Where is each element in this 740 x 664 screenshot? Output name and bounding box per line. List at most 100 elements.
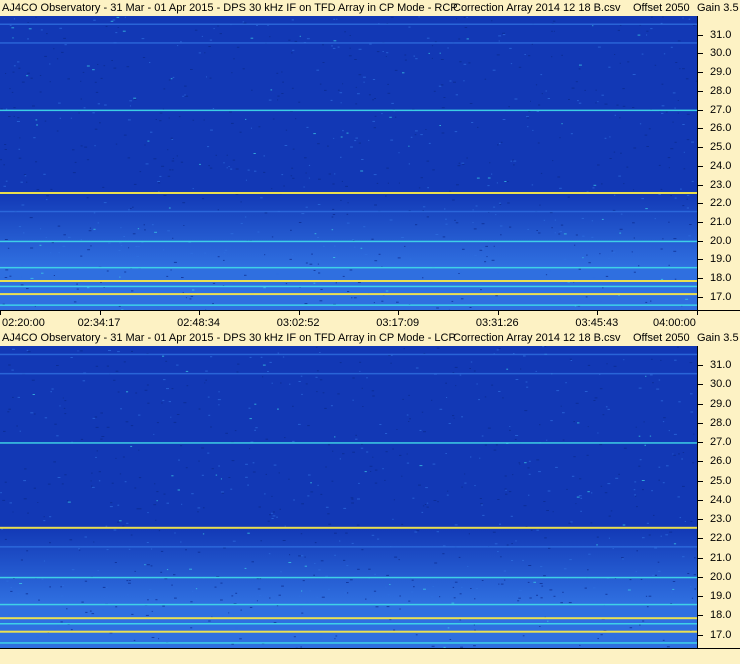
noise-speckle: [190, 627, 193, 629]
gain-label: Gain 3.5: [697, 332, 739, 344]
noise-speckle: [504, 181, 507, 182]
noise-speckle: [292, 440, 295, 442]
noise-speckle: [528, 565, 532, 566]
y-tick: 18.0: [698, 272, 740, 284]
noise-speckle: [95, 426, 99, 428]
y-tick: 30.0: [698, 378, 740, 390]
noise-speckle: [180, 41, 182, 43]
noise-speckle: [691, 141, 694, 143]
noise-speckle: [270, 89, 273, 91]
noise-speckle: [276, 273, 279, 275]
noise-speckle: [614, 54, 616, 55]
noise-speckle: [456, 18, 458, 20]
noise-speckle: [527, 126, 529, 128]
noise-speckle: [332, 214, 336, 215]
noise-speckle: [602, 287, 604, 289]
noise-speckle: [89, 227, 92, 229]
y-tick: 20.0: [698, 571, 740, 583]
noise-speckle: [331, 216, 334, 218]
noise-speckle: [86, 197, 89, 199]
noise-speckle: [281, 585, 284, 587]
noise-speckle: [472, 209, 474, 211]
noise-speckle: [682, 485, 685, 487]
noise-speckle: [263, 155, 265, 157]
noise-speckle: [537, 142, 540, 144]
noise-speckle: [214, 586, 217, 588]
noise-speckle: [685, 298, 688, 300]
noise-speckle: [57, 625, 60, 627]
noise-speckle: [504, 488, 507, 490]
noise-speckle: [561, 54, 563, 56]
noise-speckle: [471, 289, 474, 291]
noise-speckle: [308, 164, 311, 166]
noise-speckle: [172, 237, 174, 239]
noise-speckle: [345, 532, 348, 534]
noise-speckle: [203, 119, 205, 121]
noise-speckle: [201, 474, 204, 476]
y-tick-mark: [698, 128, 703, 130]
noise-speckle: [331, 45, 333, 47]
noise-speckle: [27, 512, 29, 514]
noise-speckle: [316, 391, 318, 393]
noise-speckle: [540, 566, 543, 568]
noise-speckle: [528, 55, 531, 57]
noise-speckle: [593, 587, 596, 589]
noise-speckle: [679, 517, 681, 519]
noise-speckle: [434, 562, 438, 564]
x-tick-mark: [697, 311, 698, 315]
noise-speckle: [198, 52, 201, 54]
noise-speckle: [94, 81, 97, 83]
noise-speckle: [182, 95, 184, 97]
noise-speckle: [342, 453, 345, 455]
noise-speckle: [250, 37, 254, 39]
noise-speckle: [373, 174, 377, 176]
noise-speckle: [12, 348, 15, 350]
spectrogram-svg: [0, 346, 697, 648]
noise-speckle: [527, 228, 530, 230]
frequency-axis: 31.0 30.0 29.0 28.0 27.0 26.0 25.0 24.0 23.0 22.0…: [697, 346, 740, 648]
noise-speckle: [119, 520, 122, 522]
noise-speckle: [409, 258, 412, 260]
noise-speckle: [411, 579, 414, 581]
noise-speckle: [320, 288, 323, 290]
noise-speckle: [358, 48, 362, 50]
noise-speckle: [226, 167, 228, 169]
noise-speckle: [137, 228, 140, 230]
noise-speckle: [509, 47, 512, 49]
noise-speckle: [308, 177, 310, 179]
noise-speckle: [166, 275, 169, 277]
noise-speckle: [245, 179, 247, 181]
noise-speckle: [49, 63, 51, 65]
noise-speckle: [313, 574, 315, 576]
noise-speckle: [8, 408, 11, 410]
noise-speckle: [315, 376, 318, 378]
noise-speckle: [685, 78, 689, 80]
noise-speckle: [518, 589, 522, 591]
noise-speckle: [627, 589, 631, 591]
noise-speckle: [144, 229, 146, 231]
noise-speckle: [573, 421, 575, 423]
noise-speckle: [39, 75, 42, 76]
noise-speckle: [455, 94, 458, 96]
y-tick-mark: [698, 203, 703, 205]
noise-speckle: [586, 254, 588, 256]
noise-speckle: [252, 471, 256, 473]
noise-speckle: [631, 251, 633, 253]
noise-speckle: [103, 274, 105, 276]
noise-speckle: [328, 173, 331, 175]
noise-speckle: [319, 83, 322, 85]
noise-speckle: [223, 162, 225, 164]
noise-speckle: [120, 244, 123, 246]
noise-speckle: [319, 352, 321, 353]
noise-speckle: [163, 493, 166, 495]
noise-speckle: [459, 374, 462, 376]
noise-speckle: [506, 544, 509, 546]
noise-speckle: [362, 76, 366, 78]
noise-speckle: [507, 202, 510, 204]
noise-speckle: [229, 111, 232, 113]
noise-speckle: [356, 524, 360, 526]
noise-speckle: [373, 127, 376, 129]
noise-speckle: [341, 180, 343, 182]
noise-speckle: [447, 627, 450, 629]
noise-speckle: [597, 638, 599, 640]
